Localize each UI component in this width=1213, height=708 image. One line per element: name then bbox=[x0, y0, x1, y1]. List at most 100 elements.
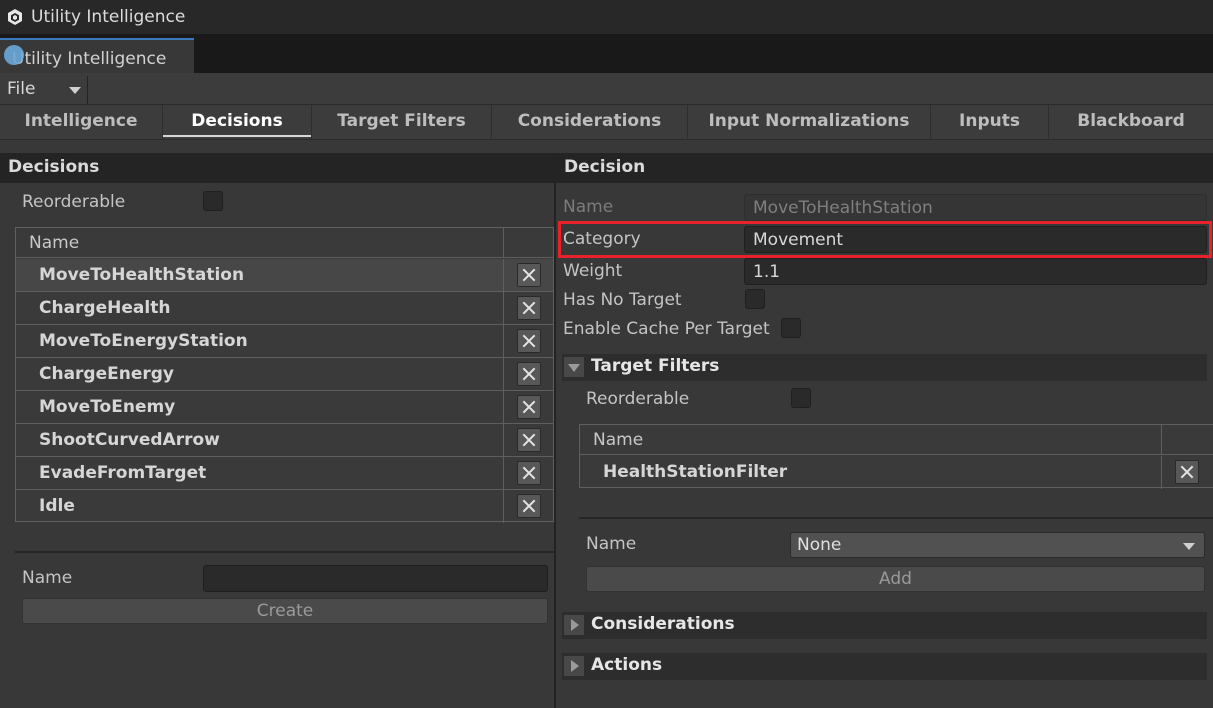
create-decision-button[interactable]: Create bbox=[22, 598, 548, 624]
tab-label: Considerations bbox=[517, 111, 662, 131]
target-filters-title: Target Filters bbox=[591, 356, 720, 376]
decision-row[interactable]: MoveToEnemy bbox=[16, 391, 553, 424]
delete-decision-button[interactable] bbox=[517, 494, 541, 518]
foldout-collapsed-icon bbox=[564, 615, 584, 635]
delete-decision-button[interactable] bbox=[517, 428, 541, 452]
decision-panel-header: Decision bbox=[556, 153, 1213, 183]
column-divider bbox=[503, 424, 504, 457]
foldout-collapsed-icon bbox=[564, 656, 584, 676]
tab-label: Inputs bbox=[959, 111, 1020, 131]
delete-decision-button[interactable] bbox=[517, 395, 541, 419]
window-titlebar: Utility Intelligence bbox=[0, 0, 1213, 34]
decision-row[interactable]: EvadeFromTarget bbox=[16, 457, 553, 490]
target-filters-reorderable-checkbox[interactable] bbox=[791, 388, 811, 408]
delete-decision-button[interactable] bbox=[517, 296, 541, 320]
panel-splitter[interactable] bbox=[554, 153, 556, 708]
column-header-name: Name bbox=[29, 233, 80, 253]
target-filter-name: HealthStationFilter bbox=[603, 462, 788, 482]
tab-label: Blackboard bbox=[1077, 111, 1185, 131]
decision-name: EvadeFromTarget bbox=[39, 463, 207, 483]
tab-blackboard[interactable]: Blackboard bbox=[1049, 105, 1213, 139]
file-menu-label: File bbox=[7, 79, 36, 99]
chevron-down-icon bbox=[1183, 543, 1195, 550]
column-divider bbox=[503, 358, 504, 391]
target-filters-list: Name HealthStationFilter bbox=[579, 424, 1213, 489]
decision-row[interactable]: ChargeHealth bbox=[16, 292, 553, 325]
window-title: Utility Intelligence bbox=[31, 7, 186, 27]
actions-title: Actions bbox=[591, 655, 663, 675]
column-divider bbox=[503, 325, 504, 358]
tab-decisions[interactable]: Decisions bbox=[163, 105, 312, 139]
column-divider bbox=[503, 490, 504, 523]
divider bbox=[15, 551, 554, 553]
editor-window-tab[interactable]: Utility Intelligence bbox=[0, 38, 194, 73]
reorderable-label: Reorderable bbox=[22, 192, 126, 212]
decision-name: MoveToEnemy bbox=[39, 397, 176, 417]
decision-row[interactable]: MoveToHealthStation bbox=[16, 259, 553, 292]
delete-decision-button[interactable] bbox=[517, 263, 541, 287]
enable-cache-checkbox[interactable] bbox=[781, 318, 801, 338]
target-filter-name-label: Name bbox=[586, 534, 637, 554]
has-no-target-label: Has No Target bbox=[563, 290, 682, 310]
delete-decision-button[interactable] bbox=[517, 362, 541, 386]
target-filters-list-header: Name bbox=[580, 425, 1213, 455]
decision-name: ChargeEnergy bbox=[39, 364, 175, 384]
tab-inputs[interactable]: Inputs bbox=[931, 105, 1049, 139]
target-filter-dropdown[interactable]: None bbox=[790, 532, 1205, 558]
decisions-panel-header: Decisions bbox=[0, 153, 554, 183]
decisions-list: Name MoveToHealthStation ChargeHealth Mo… bbox=[15, 227, 554, 523]
column-divider bbox=[503, 228, 504, 258]
editor-window-tab-label: Utility Intelligence bbox=[12, 49, 167, 69]
divider bbox=[579, 517, 1213, 519]
chevron-down-icon bbox=[69, 87, 81, 94]
add-target-filter-button[interactable]: Add bbox=[586, 566, 1205, 592]
dropdown-value: None bbox=[797, 535, 842, 555]
category-highlight-box bbox=[558, 221, 1212, 258]
reorderable-checkbox[interactable] bbox=[203, 191, 223, 211]
decision-name: Idle bbox=[39, 496, 75, 516]
considerations-foldout[interactable]: Considerations bbox=[562, 612, 1207, 639]
cursor-indicator-icon bbox=[4, 45, 24, 65]
has-no-target-checkbox[interactable] bbox=[745, 289, 765, 309]
column-divider bbox=[503, 259, 504, 292]
tab-target-filters[interactable]: Target Filters bbox=[312, 105, 492, 139]
file-menu-button[interactable]: File bbox=[0, 76, 88, 104]
tab-label: Target Filters bbox=[337, 111, 466, 131]
new-decision-name-input[interactable] bbox=[203, 565, 548, 592]
tab-label: Decisions bbox=[191, 111, 283, 131]
decision-row[interactable]: MoveToEnergyStation bbox=[16, 325, 553, 358]
tab-label: Intelligence bbox=[24, 111, 138, 131]
decision-row[interactable]: ShootCurvedArrow bbox=[16, 424, 553, 457]
foldout-expanded-icon bbox=[564, 357, 584, 377]
editor-tab-strip: Utility Intelligence bbox=[0, 34, 1213, 73]
decision-name: ChargeHealth bbox=[39, 298, 171, 318]
column-divider bbox=[1161, 425, 1162, 455]
decision-name-field: MoveToHealthStation bbox=[744, 194, 1207, 221]
main-tabs: Intelligence Decisions Target Filters Co… bbox=[0, 105, 1213, 140]
column-header-name: Name bbox=[593, 430, 644, 450]
decision-name-label: Name bbox=[563, 197, 614, 217]
delete-decision-button[interactable] bbox=[517, 329, 541, 353]
target-filter-row[interactable]: HealthStationFilter bbox=[580, 456, 1213, 489]
tab-label: Input Normalizations bbox=[708, 111, 910, 131]
column-divider bbox=[503, 391, 504, 424]
tab-intelligence[interactable]: Intelligence bbox=[0, 105, 163, 139]
target-filters-reorderable-label: Reorderable bbox=[586, 389, 690, 409]
delete-target-filter-button[interactable] bbox=[1175, 460, 1199, 484]
column-divider bbox=[503, 292, 504, 325]
weight-label: Weight bbox=[563, 261, 623, 281]
column-divider bbox=[1161, 456, 1162, 489]
tab-considerations[interactable]: Considerations bbox=[492, 105, 688, 139]
tab-input-normalizations[interactable]: Input Normalizations bbox=[688, 105, 931, 139]
unity-logo-icon bbox=[8, 9, 22, 25]
decision-row[interactable]: Idle bbox=[16, 490, 553, 523]
weight-input[interactable]: 1.1 bbox=[744, 258, 1207, 285]
delete-decision-button[interactable] bbox=[517, 461, 541, 485]
target-filters-foldout[interactable]: Target Filters bbox=[562, 354, 1207, 381]
decision-name: MoveToEnergyStation bbox=[39, 331, 248, 351]
considerations-title: Considerations bbox=[591, 614, 735, 634]
decision-name: ShootCurvedArrow bbox=[39, 430, 220, 450]
decision-row[interactable]: ChargeEnergy bbox=[16, 358, 553, 391]
actions-foldout[interactable]: Actions bbox=[562, 653, 1207, 680]
decisions-list-header: Name bbox=[16, 228, 553, 258]
